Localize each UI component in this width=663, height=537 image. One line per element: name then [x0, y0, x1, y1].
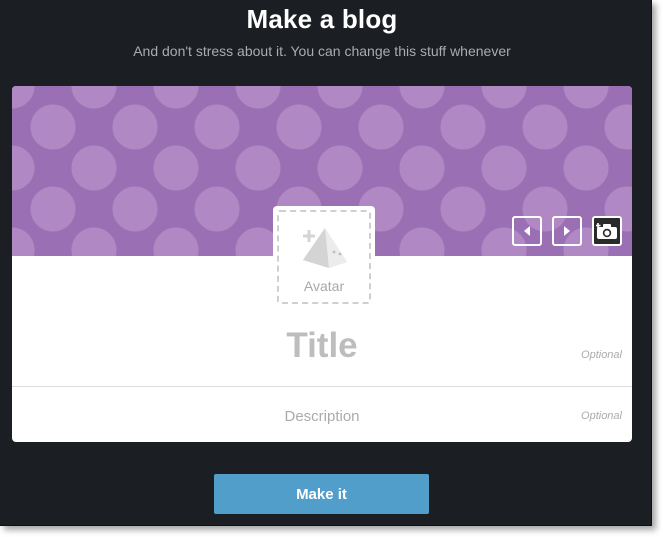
triangle-right-icon [564, 226, 570, 236]
description-placeholder[interactable]: Description [12, 408, 632, 425]
blog-creation-dialog: Make a blog And don't stress about it. Y… [0, 0, 652, 526]
page-subtitle: And don't stress about it. You can chang… [133, 43, 511, 59]
avatar-container: Avatar [273, 206, 375, 308]
description-optional-label: Optional [581, 410, 622, 422]
title-field[interactable]: Title Optional [12, 322, 632, 387]
next-header-button[interactable] [552, 216, 582, 246]
triangle-left-icon [524, 226, 530, 236]
pyramid-plus-icon [303, 228, 347, 268]
avatar-upload[interactable]: Avatar [277, 210, 371, 304]
page-title: Make a blog [246, 4, 398, 34]
upload-header-button[interactable] [592, 216, 622, 246]
title-optional-label: Optional [581, 349, 622, 361]
make-it-button[interactable]: Make it [214, 474, 429, 514]
blog-preview-card: Avatar Title Optional Description Option… [12, 86, 632, 442]
description-field[interactable]: Description Optional [12, 387, 632, 442]
avatar-label: Avatar [303, 278, 345, 294]
camera-icon [596, 223, 617, 239]
previous-header-button[interactable] [512, 216, 542, 246]
title-placeholder[interactable]: Title [12, 326, 632, 366]
